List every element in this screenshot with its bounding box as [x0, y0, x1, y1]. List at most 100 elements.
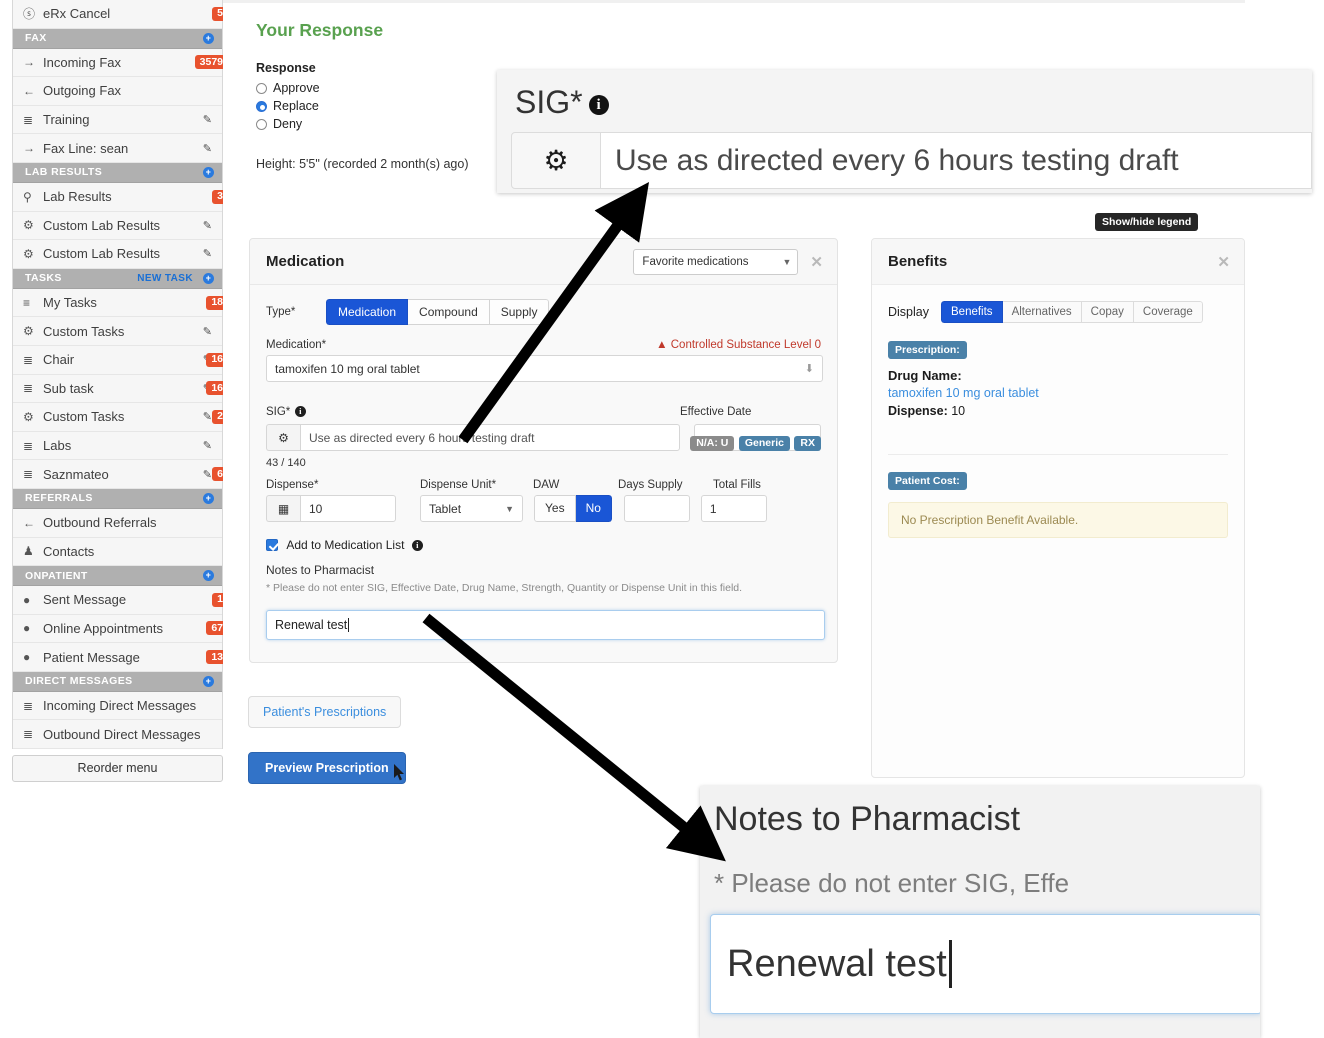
sidebar-item-label: Online Appointments	[43, 620, 163, 636]
drug-name-value[interactable]: tamoxifen 10 mg oral tablet	[888, 386, 1228, 400]
radio-approve[interactable]: Approve	[256, 81, 320, 95]
info-icon[interactable]: i	[294, 406, 306, 417]
patients-prescriptions-button[interactable]: Patient's Prescriptions	[248, 696, 402, 728]
radio-replace-dot	[256, 100, 267, 112]
sidebar-item-label: Outbound Referrals	[43, 515, 157, 531]
sig-input[interactable]: Use as directed every 6 hours testing dr…	[300, 424, 680, 451]
sidebar-item-label: Custom Tasks	[43, 323, 125, 339]
close-icon[interactable]: ✕	[810, 253, 823, 271]
sig-zoom-callout: SIG* i ⚙ Use as directed every 6 hours te…	[497, 70, 1312, 193]
type-button-group: Medication Compound Supply	[326, 299, 550, 325]
pencil-icon[interactable]: ✎	[203, 142, 212, 155]
patient-height-text: Height: 5'5" (recorded 2 month(s) ago)	[256, 157, 469, 171]
new-task-link[interactable]: NEW TASK	[137, 273, 193, 284]
callout-notes-title: Notes to Pharmacist	[714, 800, 1021, 838]
sidebar-item-custom-tasks[interactable]: ⚙ Custom Tasks ✎ 2	[13, 403, 228, 432]
sidebar-item-incoming-direct-messages[interactable]: ≣ Incoming Direct Messages	[13, 691, 222, 721]
sidebar-item-label: Labs	[43, 438, 72, 454]
dispense-unit-value: Tablet	[429, 501, 462, 516]
list-icon: ≣	[23, 438, 34, 453]
plus-circle-icon[interactable]: +	[203, 570, 214, 582]
sidebar-item-outbound-direct-messages[interactable]: ≣ Outbound Direct Messages	[13, 720, 222, 750]
plus-circle-icon[interactable]: +	[203, 675, 214, 687]
radio-deny[interactable]: Deny	[256, 117, 302, 131]
tab-coverage[interactable]: Coverage	[1133, 301, 1203, 323]
show-hide-legend-tooltip[interactable]: Show/hide legend	[1095, 213, 1199, 231]
arrow-right-icon: →	[23, 55, 35, 70]
type-tab-supply[interactable]: Supply	[489, 299, 550, 325]
chevron-down-icon: ▼	[782, 256, 792, 267]
benefits-card-header: Benefits ✕	[872, 239, 1244, 285]
pencil-icon[interactable]: ✎	[203, 113, 212, 126]
sidebar-item-outbound-referrals[interactable]: ← Outbound Referrals	[13, 508, 222, 538]
sidebar-section-direct-messages: DIRECT MESSAGES +	[13, 671, 222, 692]
medication-input[interactable]: tamoxifen 10 mg oral tablet ⬇	[266, 355, 823, 382]
daw-no-button[interactable]: No	[575, 495, 612, 522]
plus-circle-icon[interactable]: +	[203, 32, 214, 44]
tab-alternatives[interactable]: Alternatives	[1002, 301, 1082, 323]
close-icon[interactable]: ✕	[1217, 253, 1230, 271]
pencil-icon[interactable]: ✎	[203, 325, 212, 338]
tab-copay[interactable]: Copay	[1081, 301, 1134, 323]
pencil-icon[interactable]: ✎	[203, 468, 212, 481]
tab-benefits[interactable]: Benefits	[941, 301, 1003, 323]
type-tab-compound[interactable]: Compound	[408, 299, 490, 325]
days-supply-label: Days Supply	[618, 479, 683, 491]
patient-cost-section-badge: Patient Cost:	[888, 472, 967, 490]
plus-circle-icon[interactable]: +	[203, 492, 214, 504]
text-caret	[948, 940, 952, 988]
add-to-medication-list-label: Add to Medication List	[286, 538, 405, 552]
daw-label: DAW	[533, 479, 560, 491]
daw-yes-button[interactable]: Yes	[534, 495, 576, 522]
mouse-cursor-icon	[394, 764, 404, 781]
sidebar-item-custom-lab-results[interactable]: ⚙ Custom Lab Results ✎	[13, 240, 222, 269]
sig-gear-button[interactable]: ⚙	[266, 424, 300, 451]
notes-to-pharmacist-input[interactable]: Renewal test	[266, 610, 825, 640]
sidebar-item-online-appointments[interactable]: ● Online Appointments 67	[13, 614, 228, 644]
sidebar-item-sub-task[interactable]: ≣Sub task✎16	[13, 374, 228, 404]
sig-label: SIG*	[266, 406, 291, 418]
pencil-icon[interactable]: ✎	[203, 247, 212, 260]
total-fills-input[interactable]: 1	[700, 495, 767, 522]
pencil-icon[interactable]: ✎	[203, 410, 212, 423]
dispense-calculator-button[interactable]: ▦	[266, 495, 300, 522]
list-icon: ≣	[23, 467, 34, 482]
sidebar-item-chair[interactable]: ≣Chair✎16	[13, 345, 228, 375]
preview-prescription-button[interactable]: Preview Prescription	[248, 752, 406, 784]
sidebar-item-patient-message[interactable]: ● Patient Message 13	[13, 643, 228, 672]
type-tab-medication[interactable]: Medication	[326, 299, 409, 325]
arrow-down-icon[interactable]: ⬇	[805, 362, 814, 375]
callout-notes-value: Renewal test	[727, 942, 947, 985]
plus-circle-icon[interactable]: +	[203, 272, 214, 284]
response-label: Response	[256, 61, 316, 75]
sidebar-item-labs[interactable]: ≣ Labs ✎	[13, 431, 222, 461]
dispense-input[interactable]: 10	[300, 495, 396, 522]
sidebar-item-my-tasks[interactable]: ≡ My Tasks 18	[13, 288, 228, 318]
sidebar-item-custom-lab-results[interactable]: ⚙ Custom Lab Results ✎	[13, 211, 222, 241]
pencil-icon[interactable]: ✎	[203, 219, 212, 232]
sidebar-item-label: Incoming Direct Messages	[43, 698, 197, 714]
info-icon[interactable]: i	[411, 540, 423, 551]
sidebar-item-custom-tasks[interactable]: ⚙ Custom Tasks ✎	[13, 317, 222, 346]
sidebar-item-incoming-fax[interactable]: → Incoming Fax 3579	[13, 48, 228, 78]
gear-icon: ⚙	[23, 246, 34, 261]
radio-replace[interactable]: Replace	[256, 99, 319, 113]
sidebar-item-outgoing-fax[interactable]: ← Outgoing Fax	[13, 77, 222, 106]
radio-deny-label: Deny	[273, 117, 303, 131]
days-supply-input[interactable]	[623, 495, 690, 522]
sidebar-item-training[interactable]: ≣ Training ✎	[13, 105, 222, 135]
add-to-medication-list-row[interactable]: Add to Medication List i	[266, 538, 821, 552]
favorite-medications-select[interactable]: Favorite medications ▼	[633, 248, 799, 275]
plus-circle-icon[interactable]: +	[203, 166, 214, 178]
sidebar-item-contacts[interactable]: ♟ Contacts	[13, 537, 222, 567]
sidebar-item-erx-cancel[interactable]: ⓢ eRx Cancel 5	[13, 0, 228, 29]
sidebar-item-sent-message[interactable]: ● Sent Message 1	[13, 586, 228, 615]
sidebar-item-fax-line-sean[interactable]: → Fax Line: sean ✎	[13, 134, 222, 163]
sidebar-item-saznmateo[interactable]: ≣ Saznmateo ✎ 6	[13, 460, 228, 489]
pencil-icon[interactable]: ✎	[203, 439, 212, 452]
sidebar-section-onpatient: ONPATIENT +	[13, 566, 222, 587]
dispense-unit-select[interactable]: Tablet ▼	[420, 495, 523, 522]
sidebar-item-lab-results[interactable]: ⚲ Lab Results 3	[13, 182, 228, 212]
add-to-medication-list-checkbox[interactable]	[266, 539, 278, 551]
reorder-menu-button[interactable]: Reorder menu	[12, 755, 223, 782]
